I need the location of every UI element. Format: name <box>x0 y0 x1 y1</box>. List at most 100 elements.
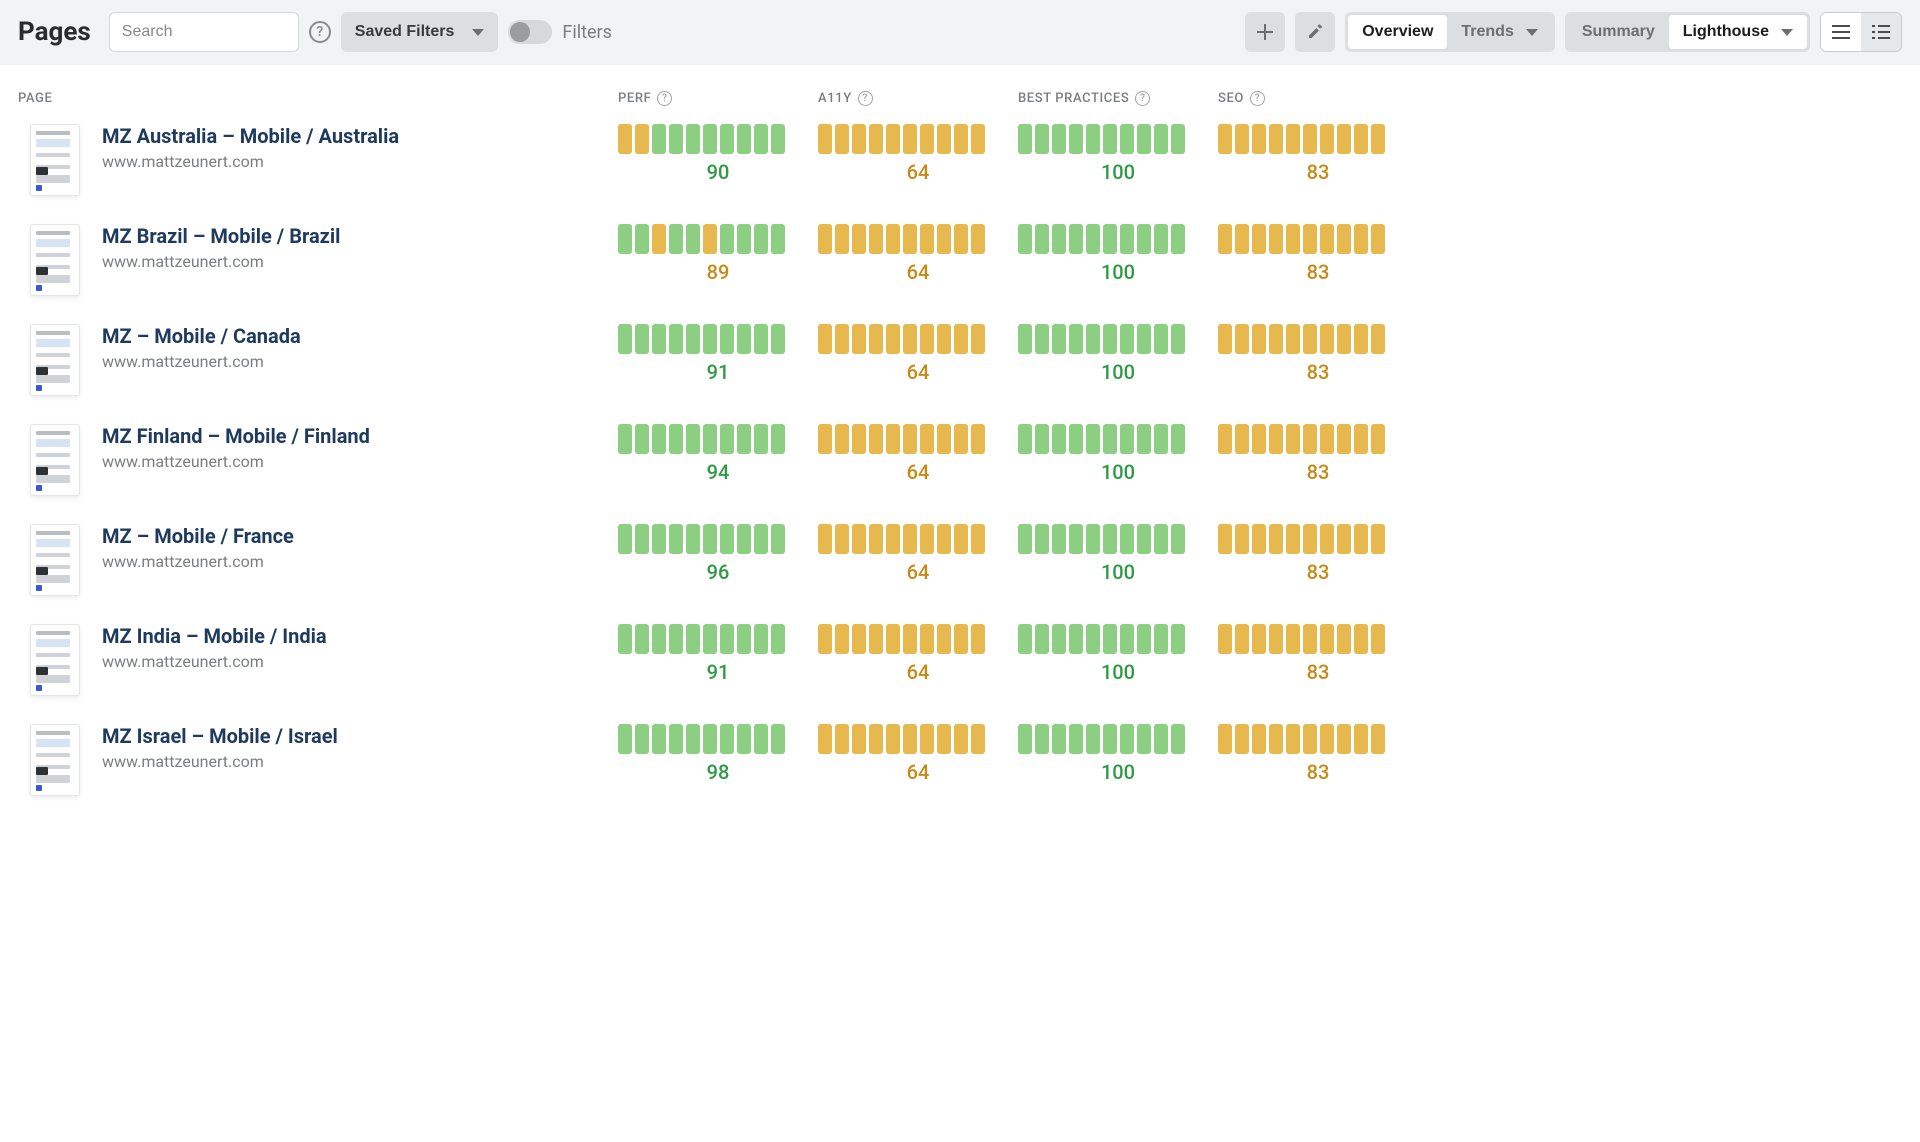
page-title-link[interactable]: MZ Israel – Mobile / Israel <box>102 724 338 748</box>
metric-bp[interactable]: 100 <box>1018 324 1218 384</box>
col-header-page[interactable]: PAGE <box>18 91 618 106</box>
page-cell[interactable]: MZ – Mobile / Canada www.mattzeunert.com <box>18 324 618 396</box>
metric-bar <box>1120 224 1134 254</box>
metric-bar <box>835 224 849 254</box>
page-cell[interactable]: MZ Finland – Mobile / Finland www.mattze… <box>18 424 618 496</box>
metric-a11y[interactable]: 64 <box>818 224 1018 284</box>
col-header-bp[interactable]: BEST PRACTICES? <box>1018 91 1218 106</box>
saved-filters-button[interactable]: Saved Filters <box>341 12 499 52</box>
metric-bar <box>1035 224 1049 254</box>
page-title-link[interactable]: MZ Australia – Mobile / Australia <box>102 124 399 148</box>
metric-a11y[interactable]: 64 <box>818 724 1018 784</box>
metric-a11y[interactable]: 64 <box>818 324 1018 384</box>
metric-bars <box>818 524 985 554</box>
tab-lighthouse[interactable]: Lighthouse <box>1669 15 1807 49</box>
metric-bar <box>937 224 951 254</box>
metric-seo[interactable]: 83 <box>1218 224 1418 284</box>
page-thumbnail[interactable] <box>30 224 80 296</box>
metric-bar <box>771 124 785 154</box>
metric-score: 64 <box>833 360 1003 384</box>
col-header-a11y[interactable]: A11Y? <box>818 91 1018 106</box>
list-view-button[interactable] <box>1821 13 1861 51</box>
page-thumbnail[interactable] <box>30 724 80 796</box>
page-thumbnail[interactable] <box>30 624 80 696</box>
page-thumbnail[interactable] <box>30 424 80 496</box>
metric-perf[interactable]: 96 <box>618 524 818 584</box>
metric-bar <box>686 424 700 454</box>
table-row: MZ India – Mobile / India www.mattzeuner… <box>18 614 1902 714</box>
page-thumbnail[interactable] <box>30 524 80 596</box>
help-icon[interactable]: ? <box>309 21 331 43</box>
metric-seo[interactable]: 83 <box>1218 324 1418 384</box>
metric-bp[interactable]: 100 <box>1018 424 1218 484</box>
metric-perf[interactable]: 94 <box>618 424 818 484</box>
metric-a11y[interactable]: 64 <box>818 124 1018 184</box>
metric-bar <box>1154 224 1168 254</box>
metric-bar <box>869 724 883 754</box>
page-thumbnail[interactable] <box>30 124 80 196</box>
filters-toggle[interactable] <box>508 20 552 44</box>
metric-seo[interactable]: 83 <box>1218 124 1418 184</box>
col-header-perf[interactable]: PERF? <box>618 91 818 106</box>
metric-bar <box>1218 524 1232 554</box>
metric-bar <box>1269 524 1283 554</box>
metric-perf[interactable]: 90 <box>618 124 818 184</box>
metric-seo[interactable]: 83 <box>1218 624 1418 684</box>
metric-score: 98 <box>633 760 803 784</box>
page-thumbnail[interactable] <box>30 324 80 396</box>
metric-bar <box>920 724 934 754</box>
page-title-link[interactable]: MZ Finland – Mobile / Finland <box>102 424 370 448</box>
compact-view-button[interactable] <box>1861 13 1901 51</box>
metric-bar <box>1120 724 1134 754</box>
metric-bar <box>686 624 700 654</box>
metric-bars <box>1218 424 1385 454</box>
metric-perf[interactable]: 91 <box>618 324 818 384</box>
metric-bar <box>635 624 649 654</box>
metric-bp[interactable]: 100 <box>1018 724 1218 784</box>
page-cell[interactable]: MZ Israel – Mobile / Israel www.mattzeun… <box>18 724 618 796</box>
edit-button[interactable] <box>1295 12 1335 52</box>
metric-a11y[interactable]: 64 <box>818 524 1018 584</box>
metric-bar <box>754 124 768 154</box>
metric-bp[interactable]: 100 <box>1018 624 1218 684</box>
page-cell[interactable]: MZ – Mobile / France www.mattzeunert.com <box>18 524 618 596</box>
metric-bp[interactable]: 100 <box>1018 124 1218 184</box>
page-title-link[interactable]: MZ Brazil – Mobile / Brazil <box>102 224 340 248</box>
metric-bar <box>652 424 666 454</box>
help-icon[interactable]: ? <box>1250 91 1265 106</box>
help-icon[interactable]: ? <box>858 91 873 106</box>
page-title-link[interactable]: MZ India – Mobile / India <box>102 624 327 648</box>
page-cell[interactable]: MZ India – Mobile / India www.mattzeuner… <box>18 624 618 696</box>
search-input[interactable] <box>109 12 299 52</box>
metric-bp[interactable]: 100 <box>1018 524 1218 584</box>
metric-perf[interactable]: 98 <box>618 724 818 784</box>
metric-score: 100 <box>1033 560 1203 584</box>
metric-bar <box>954 124 968 154</box>
help-icon[interactable]: ? <box>657 91 672 106</box>
add-button[interactable] <box>1245 12 1285 52</box>
metric-seo[interactable]: 83 <box>1218 524 1418 584</box>
page-title-link[interactable]: MZ – Mobile / France <box>102 524 294 548</box>
col-header-seo[interactable]: SEO? <box>1218 91 1418 106</box>
tab-overview[interactable]: Overview <box>1348 15 1447 49</box>
tab-trends[interactable]: Trends <box>1447 15 1551 49</box>
metric-perf[interactable]: 89 <box>618 224 818 284</box>
metric-a11y[interactable]: 64 <box>818 424 1018 484</box>
metric-seo[interactable]: 83 <box>1218 724 1418 784</box>
tab-summary[interactable]: Summary <box>1568 15 1669 49</box>
metric-a11y[interactable]: 64 <box>818 624 1018 684</box>
tab-summary-label: Summary <box>1582 23 1655 41</box>
page-cell[interactable]: MZ Brazil – Mobile / Brazil www.mattzeun… <box>18 224 618 296</box>
metric-seo[interactable]: 83 <box>1218 424 1418 484</box>
page-title-link[interactable]: MZ – Mobile / Canada <box>102 324 301 348</box>
metric-bar <box>1069 224 1083 254</box>
page-cell[interactable]: MZ Australia – Mobile / Australia www.ma… <box>18 124 618 196</box>
help-icon[interactable]: ? <box>1135 91 1150 106</box>
metric-bar <box>1052 624 1066 654</box>
metric-perf[interactable]: 91 <box>618 624 818 684</box>
metric-bar <box>618 524 632 554</box>
metric-bar <box>1371 224 1385 254</box>
metric-bar <box>903 524 917 554</box>
metric-bp[interactable]: 100 <box>1018 224 1218 284</box>
metric-bar <box>954 524 968 554</box>
